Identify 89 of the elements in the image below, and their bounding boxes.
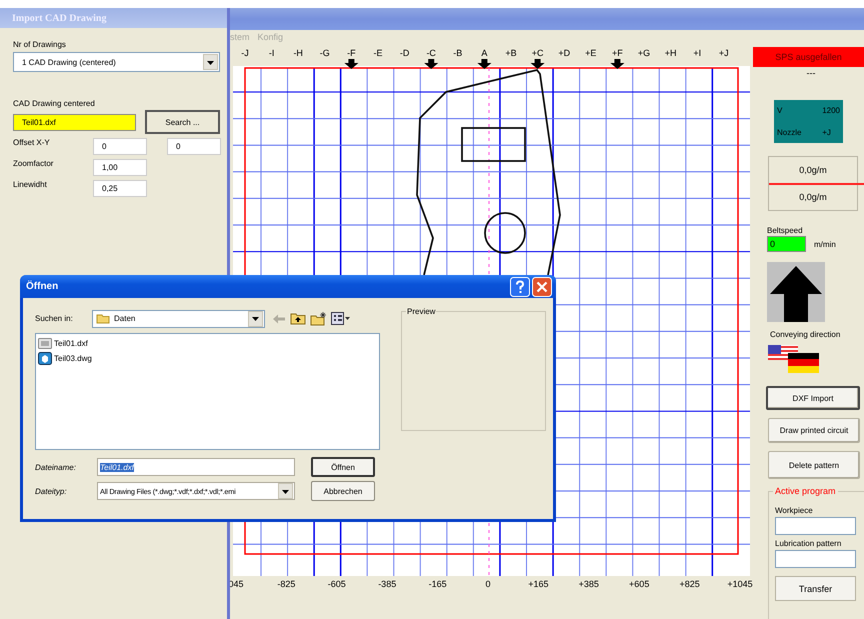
- column-label: -D: [400, 48, 410, 58]
- search-button[interactable]: Search ...: [145, 110, 220, 134]
- column-label: +D: [558, 48, 570, 58]
- axis-label: +165: [528, 579, 549, 589]
- field-label: Dateiname:: [35, 462, 77, 472]
- axis-label: +385: [578, 579, 599, 589]
- column-label: +B: [505, 48, 517, 58]
- beltspeed-label: Beltspeed: [767, 226, 804, 235]
- column-label: +H: [664, 48, 676, 58]
- column-label: -G: [320, 48, 330, 58]
- open-button[interactable]: Öffnen: [311, 457, 375, 477]
- group-title: Active program: [773, 486, 838, 496]
- workpiece-field[interactable]: [775, 517, 856, 535]
- axis-label: 0: [486, 579, 490, 589]
- window-title: Import CAD Drawing: [0, 8, 227, 28]
- field-label: Nr of Drawings: [13, 40, 67, 49]
- status-text: ---: [806, 68, 816, 78]
- dropdown-button[interactable]: [203, 54, 218, 70]
- caret-icon: [250, 314, 261, 323]
- action-button[interactable]: Delete pattern: [768, 451, 860, 479]
- dropdown-value: 1 CAD Drawing (centered): [22, 58, 116, 66]
- column-label: -B: [453, 48, 462, 58]
- file-item[interactable]: Teil03.dwg: [54, 354, 92, 363]
- cancel-button[interactable]: Abbrechen: [311, 481, 375, 501]
- group-title: Preview: [406, 307, 436, 316]
- column-label: +E: [585, 48, 596, 58]
- column-label: +F: [612, 48, 623, 58]
- action-button[interactable]: Draw printed circuit: [768, 418, 860, 443]
- axis-label: +825: [679, 579, 700, 589]
- column-label: +C: [532, 48, 544, 58]
- offset-y-field[interactable]: 0: [167, 138, 221, 155]
- file-field[interactable]: Teil01.dxf: [13, 114, 136, 130]
- file-item[interactable]: Teil01.dxf: [54, 339, 88, 348]
- folder-icon: [96, 313, 110, 324]
- help-icon[interactable]: [510, 276, 530, 296]
- unit-label: m/min: [814, 240, 836, 248]
- flow-value: 0,0g/m: [798, 164, 828, 177]
- column-label: +I: [693, 48, 702, 58]
- offset-x-field[interactable]: 0: [93, 138, 147, 155]
- column-label: -C: [426, 48, 436, 58]
- field-label: Dateityp:: [35, 486, 68, 496]
- field-label: Zoomfactor: [13, 159, 54, 168]
- column-label: -E: [374, 48, 382, 58]
- column-label: +G: [638, 48, 650, 58]
- linewidth-field[interactable]: 0,25: [93, 180, 147, 197]
- transfer-button[interactable]: Transfer: [775, 576, 856, 601]
- dropdown-button[interactable]: [278, 483, 293, 499]
- axis-label: -825: [277, 579, 296, 589]
- pattern-field[interactable]: [775, 550, 856, 568]
- dropdown-value: Daten: [114, 314, 136, 323]
- field-label: Suchen in:: [35, 314, 74, 323]
- document-icon: [38, 337, 52, 350]
- alarm-banner: SPS ausgefallen: [753, 47, 864, 67]
- new-folder-icon[interactable]: [310, 312, 327, 326]
- column-label: -H: [293, 48, 303, 58]
- folder-dropdown[interactable]: Daten: [92, 310, 265, 328]
- close-icon[interactable]: [532, 276, 552, 296]
- view-menu-icon[interactable]: [331, 312, 351, 325]
- axis-label: +1045: [727, 579, 753, 589]
- column-label: -F: [347, 48, 356, 58]
- dropdown-button[interactable]: [248, 310, 263, 326]
- cube-icon: [38, 352, 52, 365]
- flags-icon: [768, 345, 819, 373]
- field-label: Offset X-Y: [13, 138, 51, 147]
- dialog-title: Öffnen: [26, 281, 60, 292]
- field-label: CAD Drawing centered: [13, 99, 96, 108]
- nozzle-text: V: [777, 106, 784, 116]
- up-folder-icon[interactable]: [290, 312, 306, 325]
- axis-label: -165: [428, 579, 447, 589]
- column-label: -J: [241, 48, 249, 58]
- column-label: -I: [268, 48, 274, 58]
- field-label: Lubrication pattern: [775, 539, 842, 548]
- filename-field[interactable]: Teil01.dxf: [97, 458, 295, 476]
- direction-label: Conveying direction: [770, 330, 842, 339]
- axis-label: -605: [328, 579, 346, 589]
- field-label: Workpiece: [775, 506, 814, 515]
- flow-value: 0,0g/m: [798, 191, 828, 204]
- column-label: +J: [718, 48, 729, 58]
- nozzle-text: Nozzle: [777, 128, 802, 137]
- nozzle-value: 1200: [822, 106, 840, 116]
- axis-label: -385: [378, 579, 396, 589]
- action-button[interactable]: DXF Import: [766, 386, 860, 410]
- nozzle-value: +J: [822, 128, 832, 137]
- zoom-field[interactable]: 1,00: [93, 159, 147, 176]
- axis-label: +605: [629, 579, 650, 589]
- field-label: Linewidht: [13, 180, 48, 189]
- column-label: A: [481, 48, 488, 58]
- drawings-dropdown[interactable]: 1 CAD Drawing (centered): [13, 52, 220, 72]
- beltspeed-field: 0: [767, 236, 806, 252]
